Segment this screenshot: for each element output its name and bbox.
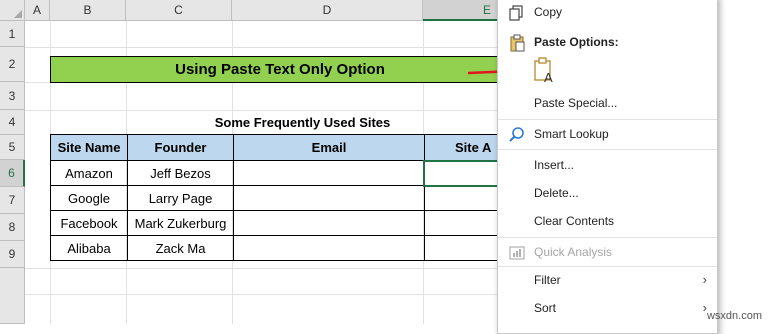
select-all-corner[interactable]: [0, 0, 25, 21]
paste-text-only-icon: A: [534, 57, 553, 85]
table-row: Alibaba Zack Ma: [50, 235, 505, 261]
chevron-right-icon: ›: [702, 272, 707, 287]
quick-analysis-icon: [509, 246, 525, 260]
menu-separator: [498, 149, 717, 150]
table-cell[interactable]: [233, 235, 425, 261]
table-cell[interactable]: [424, 185, 505, 211]
table-cell[interactable]: Jeff Bezos: [127, 160, 234, 186]
table-cell[interactable]: Alibaba: [50, 235, 128, 261]
table-cell[interactable]: [233, 210, 425, 236]
table-row: Google Larry Page: [50, 185, 505, 211]
gridline: [25, 47, 500, 48]
row-header-7[interactable]: 7: [0, 187, 25, 214]
table-title: Some Frequently Used Sites: [214, 115, 391, 130]
active-cell-e6[interactable]: [423, 160, 499, 187]
table-cell[interactable]: Amazon: [50, 160, 128, 186]
row-header-6[interactable]: 6: [0, 160, 25, 187]
menu-item-label: Insert...: [534, 158, 575, 172]
menu-separator: [498, 237, 717, 238]
table-cell[interactable]: Zack Ma: [127, 235, 234, 261]
row-header-3[interactable]: 3: [0, 82, 25, 110]
row-header-4[interactable]: 4: [0, 110, 25, 135]
row-header-1[interactable]: 1: [0, 21, 25, 47]
paste-text-only-button[interactable]: A: [530, 55, 558, 85]
watermark: wsxdn.com: [706, 310, 762, 322]
menu-item-quick-analysis: Quick Analysis: [498, 239, 717, 265]
menu-item-delete[interactable]: Delete...: [498, 180, 717, 206]
svg-text:A: A: [544, 70, 553, 85]
table-cell[interactable]: [233, 185, 425, 211]
sites-table: Site Name Founder Email Site A Amazon Je…: [50, 134, 505, 261]
row-header-empty: [0, 268, 25, 324]
gridline: [25, 268, 500, 269]
search-icon: [509, 127, 524, 142]
menu-item-label: Copy: [534, 5, 563, 19]
table-cell[interactable]: Facebook: [50, 210, 128, 236]
header-site-name[interactable]: Site Name: [50, 134, 128, 161]
row-header-8[interactable]: 8: [0, 214, 25, 241]
copy-icon: [509, 5, 523, 21]
gridline: [25, 294, 500, 295]
menu-item-label: Sort: [534, 301, 557, 315]
menu-separator: [498, 119, 717, 120]
row-header-2[interactable]: 2: [0, 47, 25, 82]
row-header-9[interactable]: 9: [0, 241, 25, 268]
menu-item-label: Paste Special...: [534, 96, 618, 110]
header-site-address[interactable]: Site A: [424, 134, 505, 161]
table-header-row: Site Name Founder Email Site A: [50, 134, 505, 161]
menu-item-sort[interactable]: Sort ›: [498, 295, 717, 321]
context-menu: Copy Paste Options: A Paste Special... S…: [497, 0, 718, 334]
menu-item-insert[interactable]: Insert...: [498, 152, 717, 178]
paste-options-heading: Paste Options:: [498, 29, 717, 55]
table-cell[interactable]: [424, 235, 505, 261]
menu-item-label: Delete...: [534, 186, 579, 200]
table-cell[interactable]: [424, 210, 505, 236]
table-cell[interactable]: Mark Zukerburg: [127, 210, 234, 236]
table-cell[interactable]: [233, 160, 425, 186]
header-founder[interactable]: Founder: [127, 134, 234, 161]
column-header-c[interactable]: C: [126, 0, 232, 21]
menu-item-label: Smart Lookup: [534, 127, 609, 141]
column-header-d[interactable]: D: [232, 0, 423, 21]
menu-item-label: Quick Analysis: [534, 245, 613, 259]
table-row: Facebook Mark Zukerburg: [50, 210, 505, 236]
column-header-b[interactable]: B: [50, 0, 126, 21]
header-email[interactable]: Email: [233, 134, 425, 161]
menu-item-filter[interactable]: Filter ›: [498, 267, 717, 293]
menu-item-label: Clear Contents: [534, 214, 615, 228]
menu-item-smart-lookup[interactable]: Smart Lookup: [498, 121, 717, 147]
gridline: [25, 110, 500, 111]
row-header-5[interactable]: 5: [0, 135, 25, 160]
menu-item-copy[interactable]: Copy: [498, 0, 717, 25]
column-header-a[interactable]: A: [25, 0, 50, 21]
table-cell[interactable]: Larry Page: [127, 185, 234, 211]
menu-item-paste-special[interactable]: Paste Special...: [498, 90, 717, 116]
table-cell[interactable]: Google: [50, 185, 128, 211]
menu-item-clear-contents[interactable]: Clear Contents: [498, 208, 717, 234]
paste-icon: [510, 34, 525, 52]
menu-item-label: Paste Options:: [534, 35, 619, 49]
menu-item-label: Filter: [534, 273, 561, 287]
